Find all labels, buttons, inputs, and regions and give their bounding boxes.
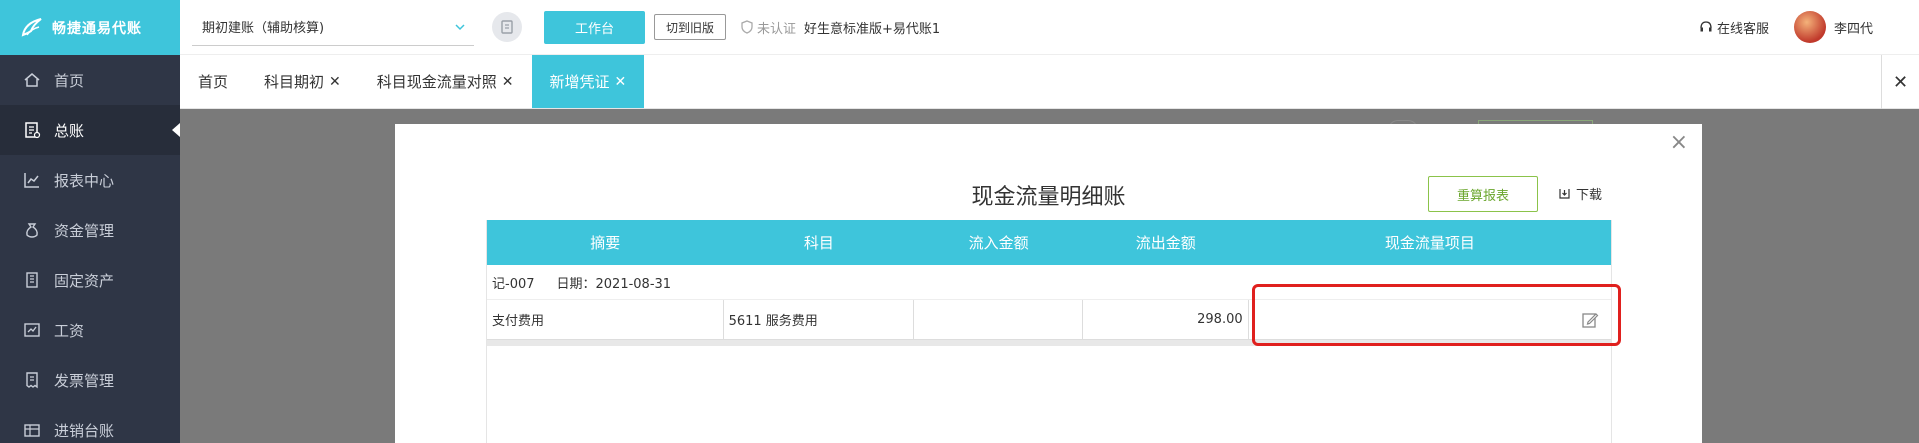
cell-summary: 支付费用 — [487, 300, 724, 339]
dialog-close-icon[interactable]: × — [1670, 132, 1688, 154]
highlight-annotation — [1252, 284, 1621, 346]
sidebar-item-home[interactable]: 首页 — [0, 55, 180, 105]
ledger-icon — [22, 120, 42, 140]
sidebar-item-salary[interactable]: 工资 — [0, 305, 180, 355]
close-icon[interactable]: ✕ — [502, 74, 514, 90]
sidebar-item-label: 报表中心 — [54, 171, 115, 190]
sidebar-item-invoice[interactable]: 发票管理 — [0, 355, 180, 405]
logo-icon — [18, 14, 46, 42]
user-name: 李四代 — [1833, 21, 1873, 37]
sidebar: 畅捷通易代账 首页 总账 报表中心 资金管理 固定资产 工资 发票管理 进销台账 — [0, 0, 180, 443]
tab-account-cashflow-mapping[interactable]: 科目现金流量对照 ✕ — [359, 55, 532, 108]
sidebar-item-fund-management[interactable]: 资金管理 — [0, 205, 180, 255]
column-header-summary: 摘要 — [590, 234, 621, 252]
tab-label: 科目现金流量对照 — [376, 73, 497, 91]
company-select-value: 期初建账（辅助核算) — [202, 21, 325, 36]
tab-account-opening[interactable]: 科目期初 ✕ — [246, 55, 359, 108]
switch-old-version-button[interactable]: 切到旧版 — [654, 14, 726, 40]
company-select[interactable]: 期初建账（辅助核算) — [192, 8, 474, 46]
chart-icon — [22, 170, 42, 190]
sidebar-item-fixed-assets[interactable]: 固定资产 — [0, 255, 180, 305]
tab-home[interactable]: 首页 — [180, 55, 246, 108]
download-label: 下载 — [1576, 188, 1603, 203]
unverified-label: 未认证 — [757, 21, 797, 37]
column-header-inflow: 流入金额 — [968, 234, 1029, 252]
voucher-number: 记-007 — [492, 276, 535, 292]
tab-label: 首页 — [198, 73, 229, 91]
column-header-account: 科目 — [803, 234, 834, 252]
invoice-icon — [22, 370, 42, 390]
workbench-button[interactable]: 工作台 — [544, 10, 645, 44]
shield-icon — [741, 20, 753, 34]
sidebar-item-label: 总账 — [54, 121, 85, 140]
calendar-button[interactable] — [492, 12, 522, 42]
stock-icon — [22, 420, 42, 440]
chevron-down-icon — [455, 23, 465, 30]
cell-inflow — [914, 300, 1083, 339]
app-logo[interactable]: 畅捷通易代账 — [0, 0, 180, 55]
column-header-cashflow-item: 现金流量项目 — [1384, 234, 1475, 252]
sidebar-item-label: 首页 — [54, 71, 85, 90]
column-header-outflow: 流出金额 — [1135, 234, 1196, 252]
close-all-tabs-button[interactable]: ✕ — [1881, 55, 1919, 109]
online-support-link[interactable]: 在线客服 — [1699, 18, 1769, 37]
close-icon[interactable]: ✕ — [329, 74, 341, 90]
sidebar-item-label: 固定资产 — [54, 271, 115, 290]
tab-new-voucher[interactable]: 新增凭证 ✕ — [531, 55, 645, 108]
avatar — [1793, 11, 1826, 43]
sidebar-item-stock-ledger[interactable]: 进销台账 — [0, 405, 180, 443]
sidebar-item-label: 进销台账 — [54, 421, 115, 440]
voucher-date: 日期：2021-08-31 — [556, 276, 672, 292]
cell-account: 5611 服务费用 — [724, 300, 915, 339]
top-header: 期初建账（辅助核算) 工作台 切到旧版 未认证 好生意标准版+易代账1 在线客服… — [180, 0, 1919, 55]
sidebar-item-general-ledger[interactable]: 总账 — [0, 105, 180, 155]
building-icon — [22, 270, 42, 290]
verification-status[interactable]: 未认证 — [740, 18, 796, 37]
close-icon[interactable]: ✕ — [615, 74, 627, 90]
sidebar-item-label: 发票管理 — [54, 371, 115, 390]
salary-icon — [22, 320, 42, 340]
sidebar-item-label: 资金管理 — [54, 221, 115, 240]
tab-label: 科目期初 — [264, 73, 325, 91]
tab-strip: 首页 科目期初 ✕ 科目现金流量对照 ✕ 新增凭证 ✕ ✕ — [180, 55, 1919, 109]
table-header: 摘要 科目 流入金额 流出金额 现金流量项目 — [487, 220, 1611, 265]
user-menu[interactable]: 李四代 — [1793, 11, 1873, 43]
download-icon — [1559, 189, 1570, 199]
home-icon — [22, 70, 42, 90]
cell-outflow: 298.00 — [1083, 300, 1249, 339]
headset-icon — [1700, 21, 1712, 32]
recalculate-report-button[interactable]: 重算报表 — [1428, 176, 1538, 212]
tab-label: 新增凭证 — [549, 73, 610, 91]
support-label: 在线客服 — [1716, 21, 1769, 37]
calendar-icon — [501, 20, 513, 34]
sidebar-item-label: 工资 — [54, 321, 85, 340]
sidebar-item-report-center[interactable]: 报表中心 — [0, 155, 180, 205]
download-button[interactable]: 下载 — [1558, 184, 1602, 203]
logo-text: 畅捷通易代账 — [52, 20, 142, 37]
product-version: 好生意标准版+易代账1 — [804, 21, 941, 37]
money-bag-icon — [22, 220, 42, 240]
